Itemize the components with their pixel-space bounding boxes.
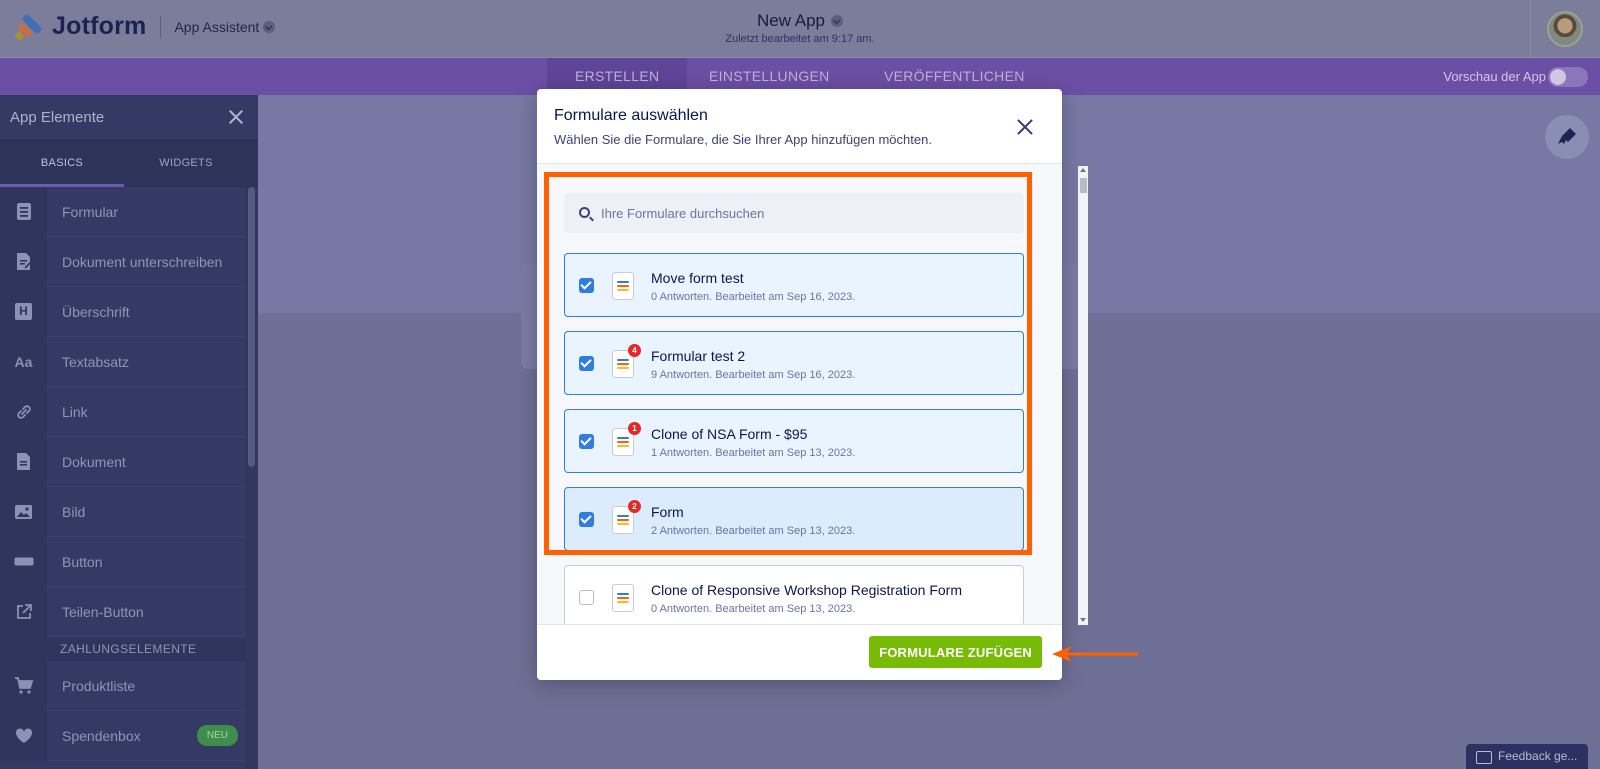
sidebar-item-ueberschrift[interactable]: H Überschrift (0, 286, 258, 337)
modal-footer: FORMULARE ZUFÜGEN (537, 624, 1062, 680)
app-designer-button[interactable] (1545, 115, 1589, 159)
sidebar-header: App Elemente (0, 95, 258, 139)
button-icon (0, 536, 47, 587)
tab-basics[interactable]: BASICS (0, 139, 124, 187)
modal-scrollbar-thumb[interactable] (1080, 178, 1087, 193)
sidebar-item-label: Bild (62, 503, 86, 520)
annotation-arrow-icon (1052, 646, 1138, 662)
preview-toggle[interactable] (1548, 67, 1588, 87)
select-forms-modal: Formulare auswählen Wählen Sie die Formu… (537, 89, 1062, 680)
image-icon (0, 486, 47, 537)
app-title-block: New App Zuletzt bearbeitet am 9:17 am. (0, 11, 1600, 45)
sidebar-item-dokument[interactable]: Dokument (0, 436, 258, 487)
sidebar-item-label: Überschrift (62, 303, 130, 320)
link-icon (0, 386, 47, 437)
new-badge: NEU (196, 725, 238, 746)
sidebar-scrollbar[interactable] (248, 187, 255, 467)
sign-document-icon (0, 236, 47, 287)
avatar[interactable] (1547, 11, 1583, 47)
section-zahlungselemente: ZAHLUNGSELEMENTE (0, 637, 258, 661)
cart-icon (0, 660, 47, 711)
sidebar-item-label: Link (62, 403, 88, 420)
sidebar-item-label: Dokument (62, 453, 126, 470)
avatar-area (1530, 0, 1600, 58)
sidebar-item-bild[interactable]: Bild (0, 486, 258, 537)
sidebar-item-produktliste[interactable]: Produktliste (0, 660, 258, 711)
form-name: Clone of Responsive Workshop Registratio… (651, 582, 962, 598)
scroll-down-icon[interactable] (1080, 618, 1086, 622)
document-icon (0, 436, 47, 487)
modal-scrollbar-track (1078, 166, 1088, 625)
sidebar-item-textabsatz[interactable]: Aa Textabsatz (0, 336, 258, 387)
sidebar-item-formular[interactable]: Formular (0, 186, 258, 237)
form-meta: 0 Antworten. Bearbeitet am Sep 13, 2023. (651, 603, 856, 615)
form-checkbox[interactable] (579, 590, 594, 605)
preview-label: Vorschau der App (1443, 69, 1546, 84)
paint-roller-icon (1558, 128, 1576, 144)
heading-icon: H (0, 286, 47, 337)
heart-icon (0, 710, 47, 761)
close-icon[interactable] (228, 109, 244, 125)
sidebar-item-label: Dokument unterschreiben (62, 253, 223, 270)
app-name-dropdown[interactable]: New App (756, 11, 844, 31)
sidebar-item-label: Teilen-Button (62, 603, 144, 620)
modal-title: Formulare auswählen (554, 107, 708, 124)
form-icon (612, 584, 634, 612)
modal-subtitle: Wählen Sie die Formulare, die Sie Ihrer … (554, 132, 932, 147)
sidebar-item-link[interactable]: Link (0, 386, 258, 437)
modal-header: Formulare auswählen Wählen Sie die Formu… (537, 89, 1062, 164)
sidebar-item-label: Textabsatz (62, 353, 129, 370)
sidebar-item-label: Formular (62, 203, 119, 220)
text-icon: Aa (0, 336, 47, 387)
sidebar-item-label: Spendenbox (62, 727, 141, 744)
sidebar-title: App Elemente (10, 109, 105, 126)
share-icon (0, 586, 47, 637)
app-elements-sidebar: App Elemente BASICS WIDGETS Formular Dok… (0, 95, 258, 769)
scroll-up-icon[interactable] (1080, 168, 1086, 172)
chevron-down-icon (831, 15, 844, 27)
tab-widgets[interactable]: WIDGETS (124, 139, 248, 187)
selection-highlight-box (544, 172, 1032, 555)
feedback-button[interactable]: Feedback ge... (1466, 744, 1588, 769)
sidebar-item-dokument-unterschreiben[interactable]: Dokument unterschreiben (0, 236, 258, 287)
form-row-clone-of-responsive-workshop[interactable]: Clone of Responsive Workshop Registratio… (564, 565, 1024, 624)
form-icon (0, 186, 47, 237)
sidebar-item-button[interactable]: Button (0, 536, 258, 587)
last-edited: Zuletzt bearbeitet am 9:17 am. (725, 33, 875, 45)
close-icon[interactable] (1016, 118, 1034, 136)
sidebar-item-spendenbox[interactable]: Spendenbox NEU (0, 710, 258, 761)
top-header: Jotform App Assistent New App Zuletzt be… (0, 0, 1600, 58)
sidebar-item-label: Button (62, 553, 103, 570)
sidebar-tabs: BASICS WIDGETS (0, 139, 258, 187)
sidebar-element-list: Formular Dokument unterschreiben H Übers… (0, 186, 258, 761)
modal-body: Move form test 0 Antworten. Bearbeitet a… (537, 164, 1062, 624)
sidebar-item-teilen-button[interactable]: Teilen-Button (0, 586, 258, 637)
app-name: New App (756, 11, 826, 30)
add-forms-button[interactable]: FORMULARE ZUFÜGEN (869, 636, 1042, 668)
sidebar-item-label: Produktliste (62, 677, 136, 694)
